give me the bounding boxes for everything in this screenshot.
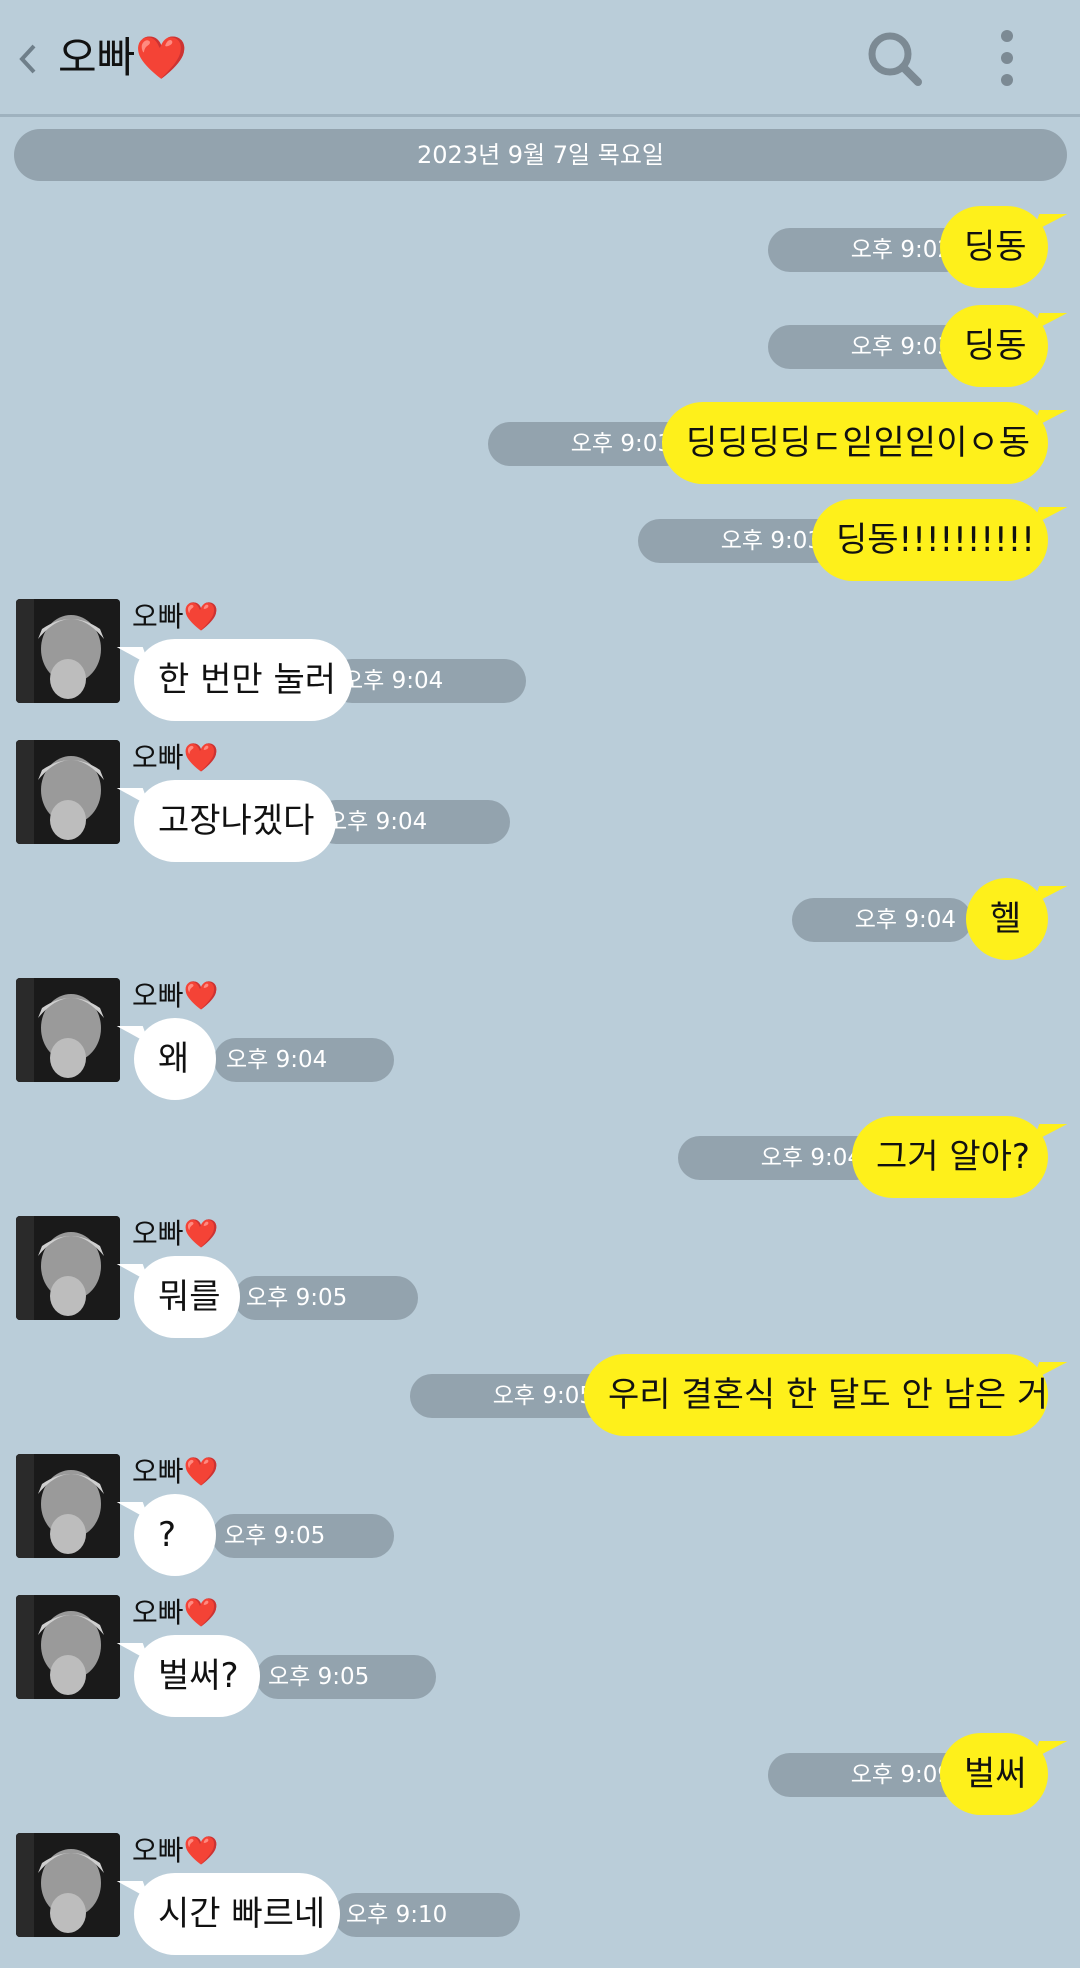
chat-header: 오빠❤️: [0, 0, 1080, 117]
message-bubble[interactable]: ?: [134, 1494, 216, 1576]
message-bubble[interactable]: 벌써: [940, 1733, 1048, 1815]
message-bubble[interactable]: 뭐를: [134, 1256, 240, 1338]
sender-name: 오빠❤️: [132, 1455, 219, 1488]
message-time: 오후 9:03: [638, 519, 838, 563]
message-bubble[interactable]: 헬: [966, 878, 1048, 960]
sender-name: 오빠❤️: [132, 600, 219, 633]
message-time: 오후 9:05: [410, 1374, 610, 1418]
contact-avatar[interactable]: [16, 599, 120, 703]
search-icon[interactable]: [860, 24, 930, 94]
message-time: 오후 9:03: [488, 422, 688, 466]
message-bubble[interactable]: 고장나겠다: [134, 780, 336, 862]
message-time: 오후 9:04: [678, 1136, 878, 1180]
sender-name: 오빠❤️: [132, 1834, 219, 1867]
message-time: 오후 9:05: [212, 1514, 394, 1558]
back-arrow-icon[interactable]: [14, 34, 40, 84]
message-time: 오후 9:04: [314, 800, 510, 844]
message-time: 오후 9:04: [792, 898, 972, 942]
message-time: 오후 9:09: [768, 1753, 968, 1797]
more-options-icon[interactable]: [982, 24, 1032, 94]
message-bubble[interactable]: 우리 결혼식 한 달도 안 남은 거: [584, 1354, 1048, 1436]
contact-avatar[interactable]: [16, 1595, 120, 1699]
message-time: 오후 9:02: [768, 228, 968, 272]
message-bubble[interactable]: 시간 빠르네: [134, 1873, 340, 1955]
date-divider: 2023년 9월 7일 목요일: [14, 129, 1067, 181]
message-bubble[interactable]: 딩딩딩딩ㄷ읻읻읻이ㅇ동: [662, 402, 1048, 484]
sender-name: 오빠❤️: [132, 1217, 219, 1250]
contact-avatar[interactable]: [16, 978, 120, 1082]
message-bubble[interactable]: 딩동!!!!!!!!!!: [812, 499, 1048, 581]
message-bubble[interactable]: 그거 알아?: [852, 1116, 1048, 1198]
message-time: 오후 9:05: [234, 1276, 418, 1320]
message-time: 오후 9:04: [214, 1038, 394, 1082]
message-time: 오후 9:03: [768, 325, 968, 369]
message-bubble[interactable]: 왜: [134, 1018, 216, 1100]
message-bubble[interactable]: 딩동: [940, 305, 1048, 387]
contact-avatar[interactable]: [16, 740, 120, 844]
message-time: 오후 9:05: [256, 1655, 436, 1699]
contact-avatar[interactable]: [16, 1454, 120, 1558]
message-time: 오후 9:10: [334, 1893, 520, 1937]
sender-name: 오빠❤️: [132, 1596, 219, 1629]
sender-name: 오빠❤️: [132, 979, 219, 1012]
contact-avatar[interactable]: [16, 1833, 120, 1937]
sender-name: 오빠❤️: [132, 741, 219, 774]
message-bubble[interactable]: 벌써?: [134, 1635, 260, 1717]
message-time: 오후 9:04: [330, 659, 526, 703]
contact-avatar[interactable]: [16, 1216, 120, 1320]
chat-title: 오빠❤️: [58, 33, 188, 82]
message-bubble[interactable]: 한 번만 눌러: [134, 639, 352, 721]
message-bubble[interactable]: 딩동: [940, 206, 1048, 288]
